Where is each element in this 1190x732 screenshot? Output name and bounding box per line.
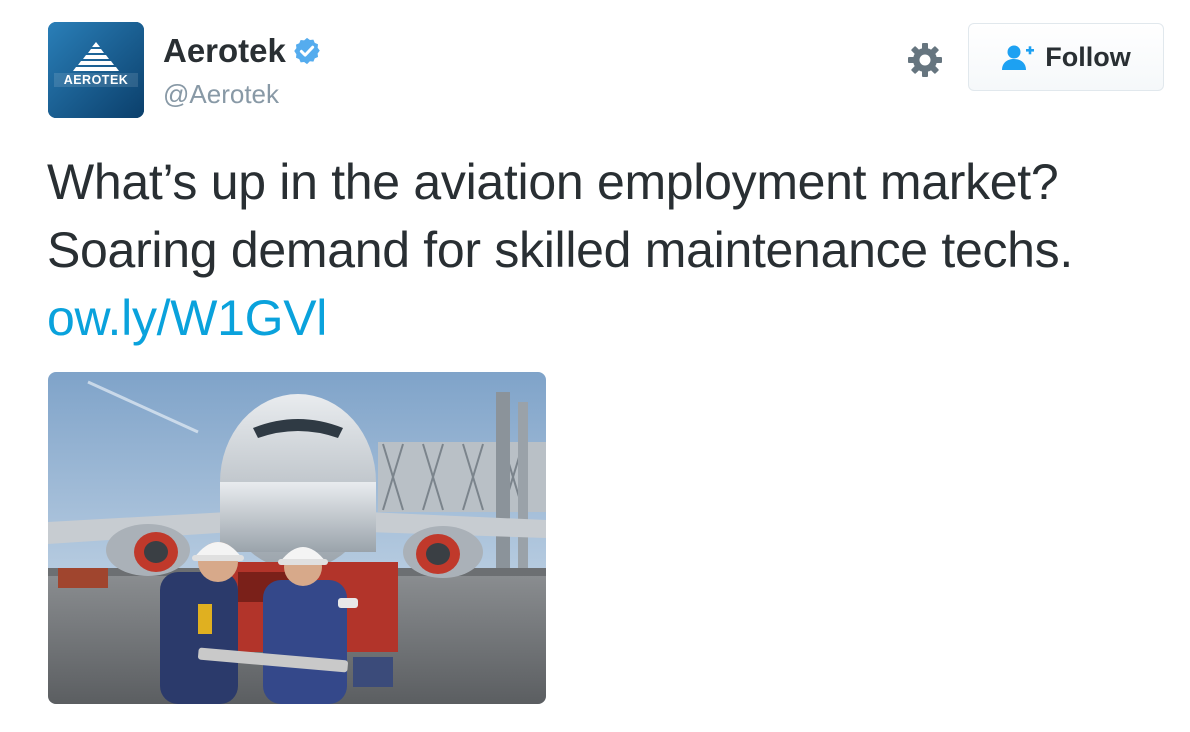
author-name[interactable]: Aerotek (163, 34, 322, 67)
author-handle[interactable]: @Aerotek (163, 81, 279, 107)
author-avatar[interactable]: AEROTEK (48, 22, 144, 118)
display-name: Aerotek (163, 32, 286, 69)
tweet-photo[interactable] (48, 372, 546, 704)
tweet-text: What’s up in the aviation employment mar… (47, 148, 1157, 352)
follow-label: Follow (1045, 41, 1131, 72)
add-user-icon (1002, 45, 1035, 70)
verified-badge-icon (294, 37, 320, 64)
airplane-maintenance-photo (48, 372, 546, 704)
avatar-logo-text: AEROTEK (64, 73, 129, 87)
tweet-link[interactable]: ow.ly/W1GVl (47, 290, 327, 346)
follow-button[interactable]: Follow (968, 23, 1164, 91)
tweet-body: What’s up in the aviation employment mar… (47, 154, 1073, 278)
gear-icon[interactable] (905, 40, 945, 80)
aerotek-logo: AEROTEK (48, 22, 144, 118)
